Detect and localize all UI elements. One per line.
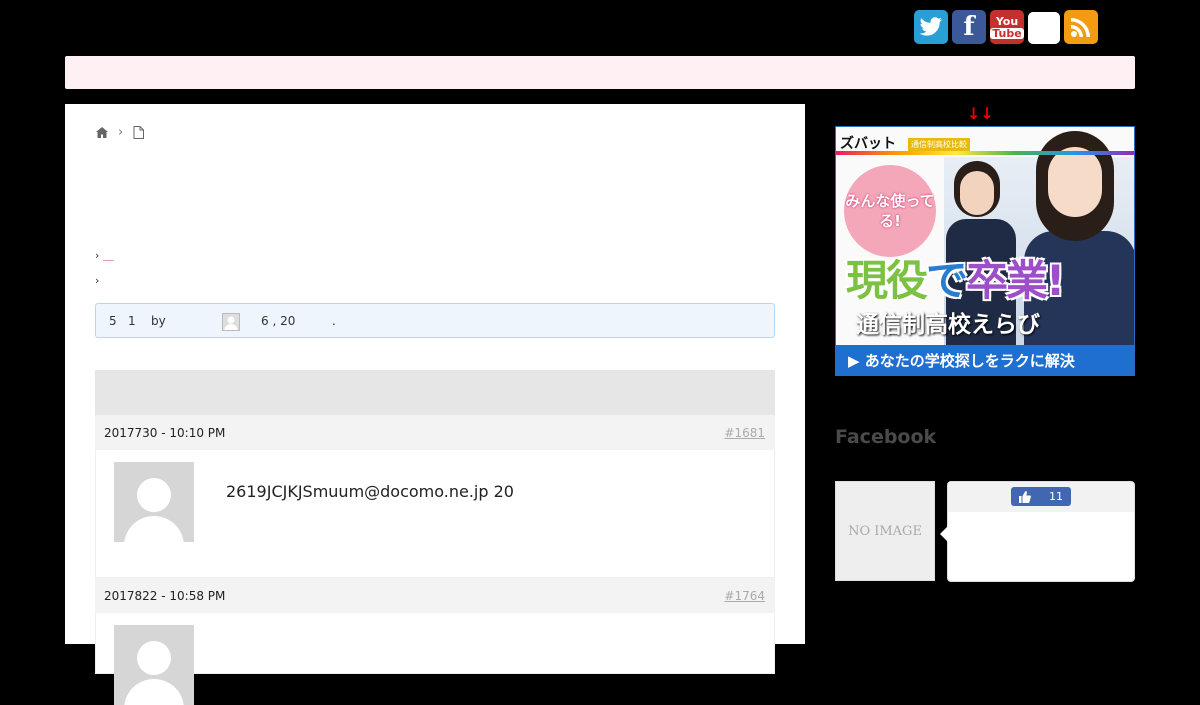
reply-date: 2017730 - 10:10 PM <box>104 426 226 440</box>
reply-header: 2017730 - 10:10 PM #1681 <box>95 415 775 450</box>
facebook-like-button[interactable]: 11 <box>1011 487 1071 506</box>
card-pointer <box>940 526 948 542</box>
main-content: › › ＿ › 5 1 by 6 , 20 . 2017730 - 10:10 … <box>65 104 805 705</box>
reply-text: 2619JCJKJSmuum@docomo.ne.jp 20 <box>226 482 514 501</box>
facebook-glyph: f <box>963 12 975 42</box>
reply-body <box>95 613 775 705</box>
facebook-like-card: 11 <box>940 481 1135 582</box>
headline-part-4: ! <box>1046 256 1065 305</box>
headline-part-3: 卒業 <box>966 256 1048 305</box>
headline-part-2: で <box>926 256 968 305</box>
reply-avatar-icon[interactable] <box>114 462 194 542</box>
banner-badge: みんな使ってる! <box>844 165 936 257</box>
topic-sub-line: › <box>95 274 100 287</box>
facebook-icon[interactable]: f <box>952 10 986 44</box>
author-avatar-icon[interactable] <box>222 313 240 331</box>
topic-breadcrumb-line: › ＿ <box>95 247 114 263</box>
banner-logo: ズバット <box>840 136 896 152</box>
reply-date: 2017822 - 10:58 PM <box>104 589 226 603</box>
no-image-placeholder: NO IMAGE <box>835 481 935 581</box>
card-header: 11 <box>948 482 1134 512</box>
breadcrumb-separator: › <box>118 125 124 140</box>
banner-headline: 現役で卒業! <box>846 247 1065 308</box>
like-count: 11 <box>1049 490 1063 503</box>
info-value-c: 6 , 20 <box>261 314 296 328</box>
topic-info-box: 5 1 by 6 , 20 . <box>95 303 775 338</box>
banner-logo-sub: 通信制高校比較 <box>908 138 970 151</box>
banner-cta-button[interactable]: ▶ あなたの学校探しをラクに解決 <box>836 345 1134 375</box>
info-value-b: 1 <box>128 314 136 328</box>
info-value-a: 5 <box>109 314 117 328</box>
twitter-icon[interactable] <box>914 10 948 44</box>
ad-banner[interactable]: ズバット 通信制高校比較 みんな使ってる! 現役で卒業! 通信制高校えらび ▶ … <box>835 126 1135 376</box>
banner-rainbow-stripe <box>836 151 1134 155</box>
info-by: by <box>151 314 166 328</box>
headline-part-1: 現役 <box>846 256 928 305</box>
info-value-d: . <box>332 314 336 328</box>
home-icon[interactable] <box>96 127 108 138</box>
reply-permalink[interactable]: #1681 <box>724 426 765 440</box>
ad-arrows: ↓↓ <box>967 104 994 123</box>
rss-icon[interactable] <box>1064 10 1098 44</box>
social-links: f You Tube <box>914 10 1098 44</box>
reply-header: 2017822 - 10:58 PM #1764 <box>95 578 775 613</box>
document-icon[interactable] <box>133 126 145 139</box>
banner-person-1-face <box>960 171 994 215</box>
breadcrumb: › <box>96 125 145 140</box>
banner-subheadline: 通信制高校えらび <box>856 312 1040 338</box>
banner-person-2-face <box>1048 147 1102 217</box>
replies-header <box>95 370 775 415</box>
topic-link[interactable]: ＿ <box>103 249 114 262</box>
global-nav-bar <box>65 56 1135 89</box>
reply-permalink[interactable]: #1764 <box>724 589 765 603</box>
youtube-you: You <box>995 14 1019 28</box>
reply-body: 2619JCJKJSmuum@docomo.ne.jp 20 <box>95 450 775 578</box>
facebook-widget-title: Facebook <box>835 426 937 448</box>
youtube-icon[interactable]: You Tube <box>990 10 1024 44</box>
topic-separator: › <box>95 249 103 262</box>
thumbs-up-icon <box>1019 490 1031 503</box>
youtube-tube: Tube <box>990 26 1024 40</box>
reply-avatar-icon[interactable] <box>114 625 194 705</box>
blank-social-icon[interactable] <box>1028 12 1060 44</box>
